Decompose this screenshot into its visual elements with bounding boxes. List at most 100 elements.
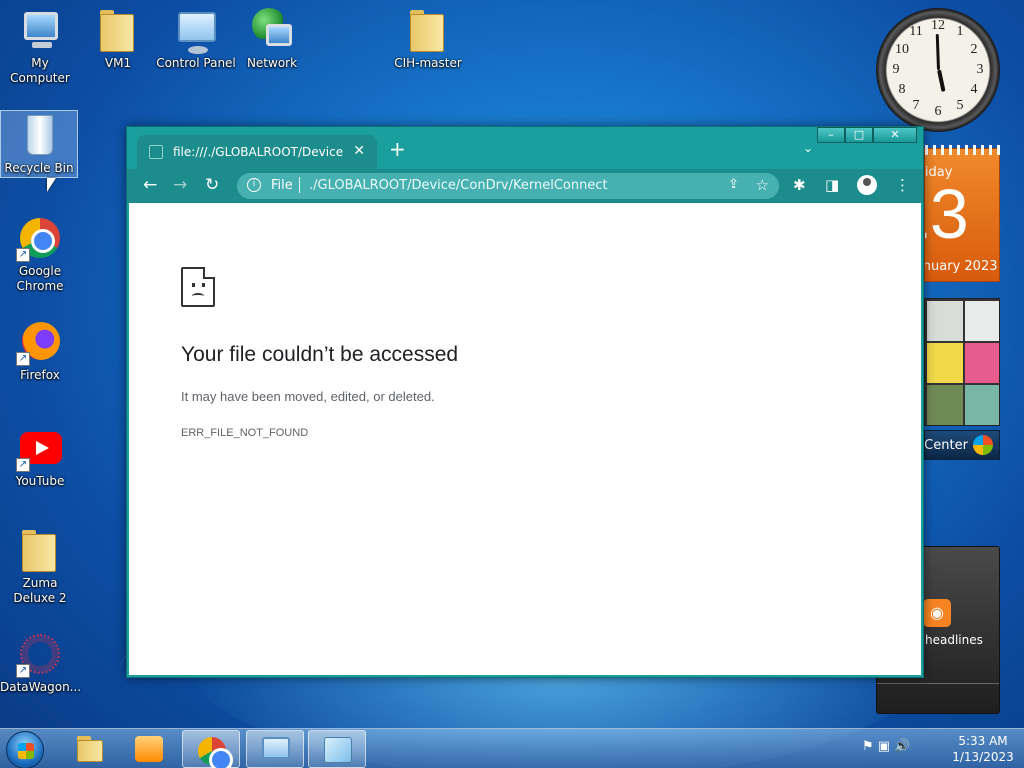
clock-numeral: 10 [895,42,909,57]
slide-tile [927,385,963,425]
folder-icon [75,736,103,762]
menu-kebab-icon[interactable]: ⋮ [895,176,910,194]
folder-icon [16,526,64,574]
taskbar-time: 5:33 AM [958,734,1008,748]
media-center-gadget[interactable]: Media Center [924,430,1000,460]
user-folder-icon [94,6,142,54]
browser-toolbar: ← → ↻ i File ./GLOBALROOT/Device/ConDrv/… [127,169,923,203]
page-content: Your file couldn’t be accessed It may ha… [129,203,921,675]
clock-numeral: 5 [956,98,964,113]
desktop-icon-label: My Computer [10,56,70,85]
desktop-icon-vm1[interactable]: VM1 [78,6,158,71]
error-code: ERR_FILE_NOT_FOUND [181,427,309,439]
address-bar[interactable]: i File ./GLOBALROOT/Device/ConDrv/Kernel… [237,173,779,199]
url-text[interactable]: ./GLOBALROOT/Device/ConDrv/KernelConnect [309,178,608,193]
url-scheme-label: File [271,178,293,193]
new-tab-button[interactable]: + [389,139,406,159]
desktop-icon-label: Control Panel [156,56,236,70]
start-button[interactable] [6,731,44,768]
slideshow-gadget[interactable] [924,298,1000,426]
site-info-icon[interactable]: i [247,178,261,192]
desktop-icon-youtube[interactable]: ↗ YouTube [0,424,80,489]
desktop-icon-my-computer[interactable]: My Computer [0,6,80,86]
calendar-month: January 2023 [925,259,998,274]
calendar-gadget[interactable]: Friday 13 January 2023 [924,145,1001,282]
desktop-icon-label: DataWagon... [0,680,82,694]
tab-active[interactable]: file:///./GLOBALROOT/Device/ConDrv/Kerne… [137,135,377,169]
desktop-icon-network[interactable]: Network [232,6,312,71]
slide-tile [965,301,999,341]
desktop-icon-datawagon[interactable]: ↗ DataWagon... [0,630,82,695]
shortcut-arrow-icon: ↗ [16,458,30,472]
desktop-icon-zuma-deluxe-2[interactable]: Zuma Deluxe 2 [0,526,80,606]
firefox-icon: ↗ [16,318,64,366]
slide-tile [927,343,963,383]
clock-numeral: 12 [931,18,945,33]
tab-search-button[interactable]: ⌄ [803,141,813,155]
desktop-icon-firefox[interactable]: ↗ Firefox [0,318,80,383]
shortcut-arrow-icon: ↗ [16,352,30,366]
slide-tile [965,343,999,383]
minimize-button[interactable]: – [817,127,845,143]
clock-numeral: 1 [956,24,964,39]
taskbar-chrome-button[interactable] [182,730,240,768]
desktop-icon-recycle-bin[interactable]: Recycle Bin [0,110,78,178]
desktop-icon-label: Recycle Bin [4,161,74,175]
error-description: It may have been moved, edited, or delet… [181,389,435,404]
reload-button[interactable]: ↻ [205,175,219,195]
chrome-icon: ↗ [16,214,64,262]
clock-gadget[interactable]: 12 1 2 3 4 5 6 7 8 9 10 11 [876,8,1000,132]
share-icon[interactable]: ⇪ [728,177,739,192]
notepad-icon [324,737,352,763]
desktop-icon-google-chrome[interactable]: ↗ Google Chrome [0,214,80,294]
tab-close-button[interactable]: ✕ [353,143,365,159]
system-tray-icons[interactable]: ⚑ ▣ 🔊 [862,739,910,754]
control-panel-icon [262,737,290,763]
clock-numeral: 11 [909,24,923,39]
clock-numeral: 2 [970,42,978,57]
taskbar-explorer-button[interactable] [60,730,118,768]
mouse-cursor-icon [47,178,56,192]
desktop-icon-cih-master[interactable]: CIH-master [388,6,468,71]
media-player-icon [135,736,163,762]
feed-label: headlines [925,633,983,647]
taskbar-notepad-button[interactable] [308,730,366,768]
chrome-icon [198,737,233,768]
desktop-icon-label: Zuma Deluxe 2 [13,576,67,605]
maximize-button[interactable]: □ [845,127,873,143]
broken-file-icon [149,145,163,159]
address-divider [299,177,300,193]
taskbar-media-player-button[interactable] [120,730,178,768]
clock-numeral: 4 [970,82,978,97]
clock-minute-hand [935,33,940,71]
desktop-icon-control-panel[interactable]: Control Panel [156,6,236,71]
desktop-icon-label: CIH-master [394,56,462,70]
windows-logo-icon [973,435,993,455]
control-panel-icon [172,6,220,54]
desktop-icon-label: VM1 [104,56,132,70]
datawagon-icon: ↗ [16,630,64,678]
forward-button[interactable]: → [173,175,187,195]
close-window-button[interactable]: ✕ [873,127,917,143]
error-title: Your file couldn’t be accessed [181,343,459,366]
slide-tile [927,301,963,341]
network-icon [248,6,296,54]
extensions-icon[interactable]: ✱ [793,176,806,194]
bookmark-star-icon[interactable]: ☆ [756,176,769,194]
profile-avatar-icon[interactable] [857,175,877,195]
shortcut-arrow-icon: ↗ [16,664,30,678]
back-button[interactable]: ← [143,175,157,195]
browser-window[interactable]: – □ ✕ file:///./GLOBALROOT/Device/ConDrv… [126,126,924,678]
side-panel-icon[interactable]: ◨ [825,176,839,194]
clock-hour-hand [937,69,946,92]
window-controls: – □ ✕ [817,127,917,143]
slide-tile [965,385,999,425]
tab-title: file:///./GLOBALROOT/Device/ConDrv/Kerne… [173,145,343,159]
taskbar-control-panel-button[interactable] [246,730,304,768]
taskbar: ⚑ ▣ 🔊 5:33 AM 1/13/2023 [0,728,1024,768]
feed-bar [877,683,999,713]
clock-numeral: 3 [976,62,984,77]
clock-numeral: 8 [898,82,906,97]
taskbar-clock[interactable]: 5:33 AM 1/13/2023 [948,733,1018,765]
desktop-icon-label: YouTube [15,474,65,488]
